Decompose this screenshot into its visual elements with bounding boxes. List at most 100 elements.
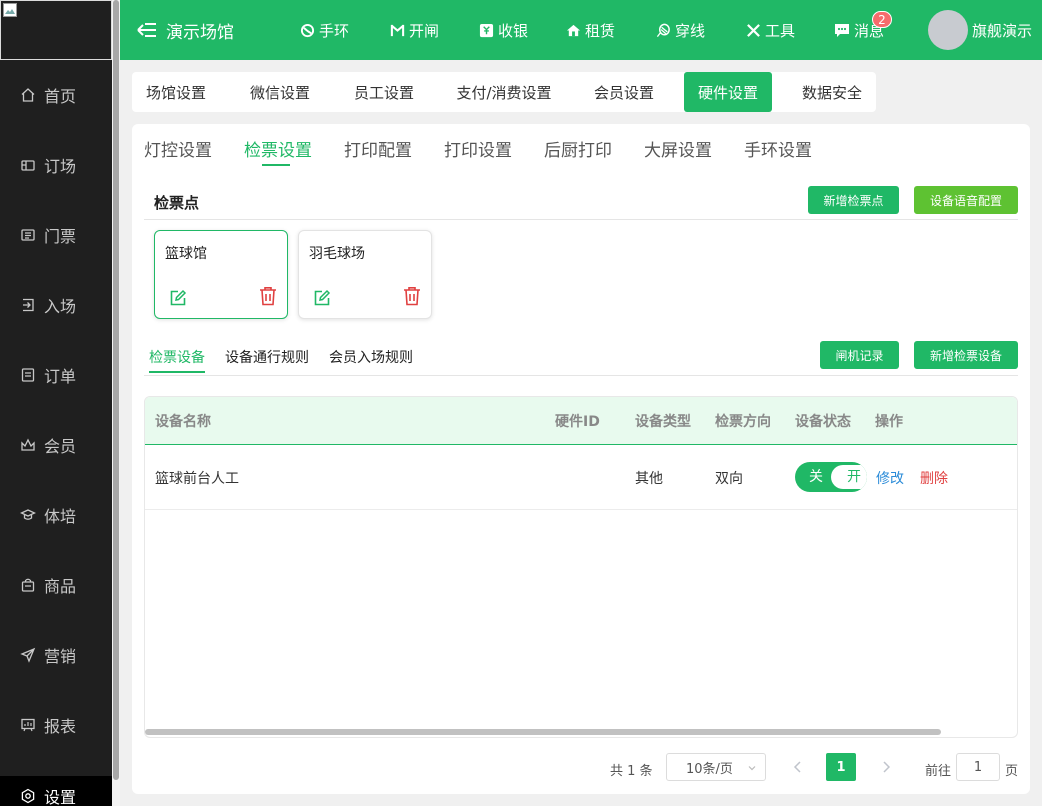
voice-config-button[interactable]: 设备语音配置 — [914, 186, 1018, 214]
broken-image-icon — [3, 3, 17, 17]
marketing-icon — [20, 647, 36, 663]
nav-label: 开闸 — [409, 21, 440, 40]
column-header: 操作 — [875, 414, 903, 430]
member-icon — [20, 437, 36, 453]
tab-hardware-settings[interactable]: 硬件设置 — [684, 72, 772, 112]
column-header: 硬件ID — [555, 414, 600, 430]
settings-category-tabs: 场馆设置 微信设置 员工设置 支付/消费设置 会员设置 硬件设置 数据安全 — [132, 72, 876, 112]
tab-member-entry-rules[interactable]: 会员入场规则 — [329, 347, 413, 367]
training-icon — [20, 507, 36, 523]
sidebar-item-training[interactable]: 体培 — [0, 495, 112, 535]
logo-image — [0, 0, 112, 60]
venue-title: 演示场馆 — [166, 22, 234, 43]
tab-venue-settings[interactable]: 场馆设置 — [132, 72, 220, 112]
delete-icon[interactable] — [403, 286, 421, 306]
nav-stringing[interactable]: 穿线 — [656, 0, 705, 60]
sidebar-item-member[interactable]: 会员 — [0, 425, 112, 465]
delete-link[interactable]: 删除 — [920, 445, 948, 510]
stringing-icon — [656, 23, 670, 37]
device-table: 设备名称 硬件ID 设备类型 检票方向 设备状态 操作 篮球前台人工 其他 双向… — [144, 396, 1018, 738]
message-icon — [835, 23, 849, 37]
nav-tools[interactable]: 工具 — [746, 0, 795, 60]
venue-switcher[interactable]: 演示场馆 — [136, 0, 234, 60]
goto-label: 前往 — [925, 764, 952, 779]
tab-big-screen[interactable]: 大屏设置 — [644, 136, 712, 161]
entry-icon — [20, 297, 36, 313]
nav-cashier[interactable]: 收银 — [479, 0, 528, 60]
active-tab-indicator — [262, 164, 290, 166]
checkpoint-card[interactable]: 篮球馆 — [154, 230, 288, 319]
tab-data-security[interactable]: 数据安全 — [788, 72, 876, 112]
add-checkpoint-button[interactable]: 新增检票点 — [808, 186, 899, 214]
chevron-down-icon — [748, 766, 756, 771]
nav-label: 工具 — [765, 21, 796, 40]
sidebar-item-booking[interactable]: 订场 — [0, 145, 112, 185]
gate-records-button[interactable]: 闸机记录 — [820, 341, 899, 369]
next-page-icon[interactable] — [880, 760, 892, 774]
report-icon — [20, 717, 36, 733]
toggle-on-label: 开 — [847, 469, 861, 485]
tab-wechat-settings[interactable]: 微信设置 — [236, 72, 324, 112]
sidebar-item-order[interactable]: 订单 — [0, 355, 112, 395]
nav-rent[interactable]: 租赁 — [566, 0, 615, 60]
device-type: 其他 — [635, 470, 663, 487]
nav-message[interactable]: 消息 — [834, 0, 884, 60]
device-status-toggle[interactable]: 关 开 — [795, 462, 867, 492]
tab-check-devices[interactable]: 检票设备 — [149, 347, 205, 367]
goods-icon — [20, 577, 36, 593]
sidebar-item-entry[interactable]: 入场 — [0, 285, 112, 325]
nav-bracelet[interactable]: 手环 — [300, 0, 349, 60]
tab-member-settings[interactable]: 会员设置 — [580, 72, 668, 112]
hardware-settings-panel: 灯控设置 检票设置 打印配置 打印设置 后厨打印 大屏设置 手环设置 检票点 新… — [132, 124, 1030, 794]
sidebar-item-marketing[interactable]: 营销 — [0, 635, 112, 675]
table-header: 设备名称 硬件ID 设备类型 检票方向 设备状态 操作 — [145, 397, 1017, 445]
pagination-total: 共 1 条 — [610, 764, 653, 779]
sidebar-item-report[interactable]: 报表 — [0, 705, 112, 745]
message-count-badge: 2 — [872, 11, 892, 28]
sidebar-item-ticket[interactable]: 门票 — [0, 215, 112, 255]
delete-icon[interactable] — [259, 286, 277, 306]
tab-print-settings[interactable]: 打印设置 — [444, 136, 512, 161]
add-device-button[interactable]: 新增检票设备 — [914, 341, 1018, 369]
checkpoint-card[interactable]: 羽毛球场 — [298, 230, 432, 319]
nav-label: 穿线 — [675, 21, 706, 40]
tab-light-control[interactable]: 灯控设置 — [144, 136, 212, 161]
sidebar-item-goods[interactable]: 商品 — [0, 565, 112, 605]
sidebar-item-label: 门票 — [44, 227, 77, 246]
sidebar-item-label: 会员 — [44, 437, 77, 456]
avatar[interactable] — [928, 10, 968, 50]
column-header: 设备名称 — [155, 414, 211, 430]
tab-ticket-check[interactable]: 检票设置 — [244, 136, 312, 161]
sidebar-item-settings[interactable]: 设置 — [0, 776, 112, 806]
tab-kitchen-print[interactable]: 后厨打印 — [544, 136, 612, 161]
sidebar-scrollbar[interactable] — [112, 0, 120, 806]
goto-page-input[interactable]: 1 — [956, 753, 1000, 781]
column-header: 设备类型 — [635, 414, 691, 430]
nav-gate[interactable]: 开闸 — [390, 0, 439, 60]
page-number-current[interactable]: 1 — [826, 753, 856, 781]
prev-page-icon[interactable] — [792, 760, 804, 774]
sidebar-scrollbar-thumb[interactable] — [113, 0, 119, 780]
page-size-select[interactable]: 10条/页 — [666, 753, 766, 781]
check-direction: 双向 — [715, 470, 743, 487]
nav-label: 租赁 — [585, 21, 616, 40]
nav-label: 手环 — [319, 21, 350, 40]
sidebar-item-label: 设置 — [44, 788, 77, 806]
tab-staff-settings[interactable]: 员工设置 — [340, 72, 428, 112]
edit-icon[interactable] — [169, 289, 187, 307]
divider — [144, 375, 1018, 376]
device-name: 篮球前台人工 — [155, 470, 239, 487]
edit-link[interactable]: 修改 — [876, 445, 904, 510]
user-name[interactable]: 旗舰演示 — [972, 0, 1032, 60]
sidebar-item-home[interactable]: 首页 — [0, 75, 112, 115]
menu-collapse-icon[interactable] — [136, 21, 158, 39]
sidebar-item-label: 订单 — [44, 367, 77, 386]
table-horizontal-scrollbar[interactable] — [145, 729, 941, 735]
table-row: 篮球前台人工 其他 双向 关 开 修改 删除 — [145, 445, 1017, 510]
sidebar-item-label: 商品 — [44, 577, 77, 596]
tab-bracelet-settings[interactable]: 手环设置 — [744, 136, 812, 161]
edit-icon[interactable] — [313, 289, 331, 307]
tab-device-pass-rules[interactable]: 设备通行规则 — [225, 347, 309, 367]
tab-payment-settings[interactable]: 支付/消费设置 — [444, 72, 564, 112]
tab-print-config[interactable]: 打印配置 — [344, 136, 412, 161]
